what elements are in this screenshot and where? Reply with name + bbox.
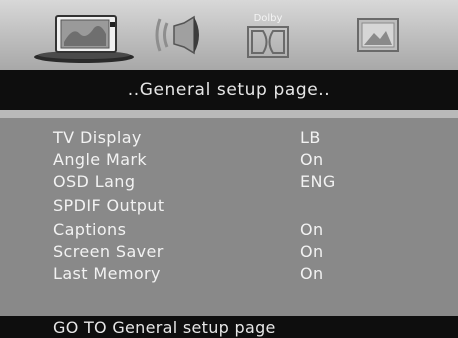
picture-icon[interactable] <box>338 0 418 70</box>
help-bar: GO TO General setup page <box>0 316 458 338</box>
menu-item-label: SPDIF Output <box>53 196 165 215</box>
menu-item-label: Captions <box>53 220 127 239</box>
menu-item-label: Angle Mark <box>53 150 148 169</box>
menu-item-label: Last Memory <box>53 264 161 283</box>
settings-menu: TV Display LB Angle Mark On OSD Lang ENG… <box>0 118 458 316</box>
category-icon-bar: Dolby <box>0 0 458 70</box>
setup-monitor-icon[interactable] <box>28 0 146 70</box>
menu-item-screen-saver[interactable]: Screen Saver On <box>0 242 458 264</box>
speaker-icon[interactable] <box>140 0 220 70</box>
menu-item-label: Screen Saver <box>53 242 164 261</box>
menu-item-label: OSD Lang <box>53 172 136 191</box>
help-text: GO TO General setup page <box>53 318 276 337</box>
menu-item-captions[interactable]: Captions On <box>0 220 458 242</box>
menu-item-label: TV Display <box>53 128 142 147</box>
menu-item-value: ENG <box>300 172 336 191</box>
menu-item-value: On <box>300 150 324 169</box>
page-title-bar: ..General setup page.. <box>0 70 458 110</box>
menu-item-value: On <box>300 242 324 261</box>
menu-item-osd-lang[interactable]: OSD Lang ENG <box>0 172 458 194</box>
osd-screen: Dolby ..General setup page.. TV Display … <box>0 0 458 338</box>
menu-item-value: On <box>300 220 324 239</box>
menu-item-angle-mark[interactable]: Angle Mark On <box>0 150 458 172</box>
dolby-label: Dolby <box>254 13 283 24</box>
page-title: ..General setup page.. <box>127 80 331 100</box>
dolby-icon[interactable]: Dolby <box>238 0 298 70</box>
menu-item-value: On <box>300 264 324 283</box>
menu-item-value: LB <box>300 128 321 147</box>
menu-item-spdif-output[interactable]: SPDIF Output <box>0 196 458 218</box>
menu-item-last-memory[interactable]: Last Memory On <box>0 264 458 286</box>
menu-item-tv-display[interactable]: TV Display LB <box>0 128 458 150</box>
separator <box>0 110 458 118</box>
